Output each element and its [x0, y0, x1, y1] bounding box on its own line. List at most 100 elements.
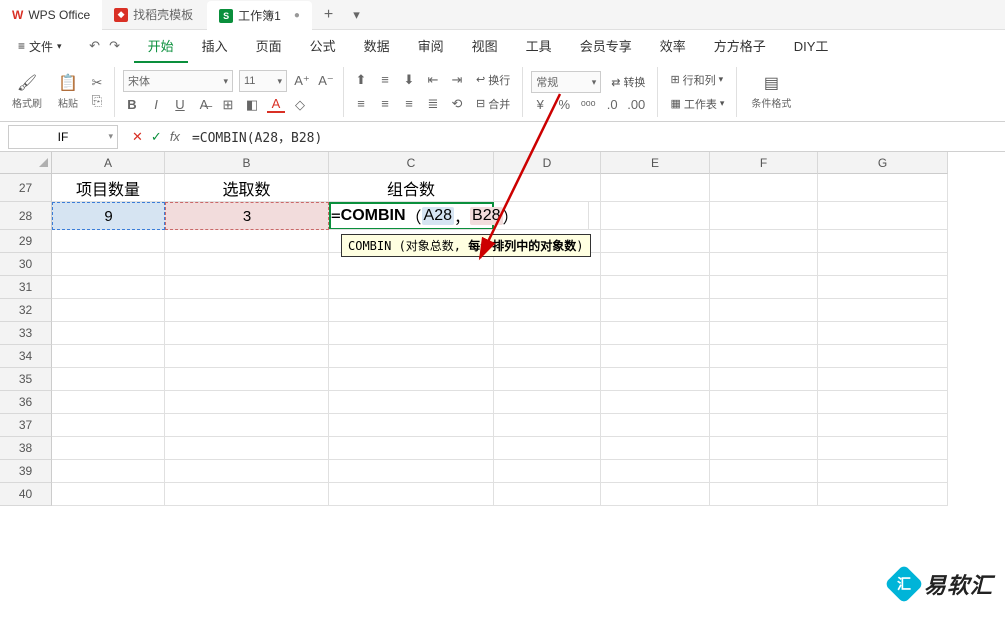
cell-A32[interactable] [52, 299, 165, 322]
cell-C38[interactable] [329, 437, 494, 460]
cell-A39[interactable] [52, 460, 165, 483]
wrap-text-button[interactable]: ↩ 换行 [472, 70, 514, 90]
cell-A30[interactable] [52, 253, 165, 276]
cell-G34[interactable] [818, 345, 948, 368]
menu-item-6[interactable]: 视图 [458, 30, 512, 63]
cell-A33[interactable] [52, 322, 165, 345]
cell-E31[interactable] [601, 276, 710, 299]
cell-F33[interactable] [710, 322, 818, 345]
cell-G33[interactable] [818, 322, 948, 345]
cell-A31[interactable] [52, 276, 165, 299]
increase-font-button[interactable]: A⁺ [293, 73, 311, 89]
cell-A40[interactable] [52, 483, 165, 506]
cell-B33[interactable] [165, 322, 329, 345]
cell-C40[interactable] [329, 483, 494, 506]
currency-button[interactable]: ¥ [531, 97, 549, 112]
file-menu[interactable]: ≡ 文件 ▾ [8, 34, 72, 59]
convert-button[interactable]: ⇄ 转换 [607, 72, 649, 92]
fx-button[interactable]: fx [170, 129, 180, 145]
col-header-G[interactable]: G [818, 152, 948, 174]
row-header-34[interactable]: 34 [0, 345, 52, 368]
cell-E32[interactable] [601, 299, 710, 322]
cell-D27[interactable] [494, 174, 601, 202]
cell-B30[interactable] [165, 253, 329, 276]
cell-A38[interactable] [52, 437, 165, 460]
cell-C36[interactable] [329, 391, 494, 414]
cell-B31[interactable] [165, 276, 329, 299]
menu-item-1[interactable]: 插入 [188, 30, 242, 63]
cell-A27[interactable]: 项目数量 [52, 174, 165, 202]
cell-C39[interactable] [329, 460, 494, 483]
border-button[interactable]: ⊞ [219, 97, 237, 113]
row-header-28[interactable]: 28 [0, 202, 52, 230]
workbook-tab[interactable]: S 工作簿1 ● [207, 1, 312, 31]
cell-G28[interactable] [818, 202, 948, 230]
row-header-27[interactable]: 27 [0, 174, 52, 202]
cell-G40[interactable] [818, 483, 948, 506]
undo-button[interactable]: ↶ [86, 38, 104, 54]
cell-F36[interactable] [710, 391, 818, 414]
cut-button[interactable]: ✂ [88, 75, 106, 91]
copy-button[interactable]: ⎘ [88, 93, 106, 109]
font-size-select[interactable]: 11 ▾ [239, 70, 287, 92]
decrease-font-button[interactable]: A⁻ [317, 73, 335, 89]
cell-E33[interactable] [601, 322, 710, 345]
cell-B34[interactable] [165, 345, 329, 368]
cell-C27[interactable]: 组合数 [329, 174, 494, 202]
cell-E30[interactable] [601, 253, 710, 276]
italic-button[interactable]: I [147, 97, 165, 112]
cell-G35[interactable] [818, 368, 948, 391]
row-header-30[interactable]: 30 [0, 253, 52, 276]
bold-button[interactable]: B [123, 97, 141, 112]
format-painter-button[interactable]: 🖌 格式刷 [6, 71, 48, 112]
app-tab[interactable]: W WPS Office [0, 0, 102, 30]
cell-D31[interactable] [494, 276, 601, 299]
cell-A34[interactable] [52, 345, 165, 368]
col-header-D[interactable]: D [494, 152, 601, 174]
menu-item-11[interactable]: DIY工 [780, 30, 843, 63]
cell-G36[interactable] [818, 391, 948, 414]
cell-E36[interactable] [601, 391, 710, 414]
row-header-39[interactable]: 39 [0, 460, 52, 483]
cell-B27[interactable]: 选取数 [165, 174, 329, 202]
menu-item-7[interactable]: 工具 [512, 30, 566, 63]
cell-F35[interactable] [710, 368, 818, 391]
cell-D39[interactable] [494, 460, 601, 483]
select-all-corner[interactable] [0, 152, 52, 174]
increase-decimal-button[interactable]: .00 [627, 97, 645, 112]
cell-A37[interactable] [52, 414, 165, 437]
cell-G29[interactable] [818, 230, 948, 253]
row-header-33[interactable]: 33 [0, 322, 52, 345]
cell-B38[interactable] [165, 437, 329, 460]
tab-modified-dot[interactable]: ● [294, 10, 300, 21]
cell-E40[interactable] [601, 483, 710, 506]
cell-G38[interactable] [818, 437, 948, 460]
cell-G39[interactable] [818, 460, 948, 483]
cell-D37[interactable] [494, 414, 601, 437]
cell-C33[interactable] [329, 322, 494, 345]
cell-A28[interactable]: 9 [52, 202, 165, 230]
col-header-B[interactable]: B [165, 152, 329, 174]
strikethrough-button[interactable]: A̶ [195, 97, 213, 112]
comma-button[interactable]: ᵒᵒᵒ [579, 97, 597, 112]
formula-editing-cell[interactable]: =COMBIN（A28， B28） [329, 202, 589, 230]
cell-G27[interactable] [818, 174, 948, 202]
cell-F39[interactable] [710, 460, 818, 483]
align-top-button[interactable]: ⬆ [352, 72, 370, 88]
cell-F27[interactable] [710, 174, 818, 202]
cell-B28[interactable]: 3 [165, 202, 329, 230]
cell-B37[interactable] [165, 414, 329, 437]
cell-F28[interactable] [710, 202, 818, 230]
menu-item-8[interactable]: 会员专享 [566, 30, 646, 63]
cell-F32[interactable] [710, 299, 818, 322]
name-box[interactable]: IF ▾ [8, 125, 118, 149]
increase-indent-button[interactable]: ⇥ [448, 72, 466, 88]
number-format-select[interactable]: 常规 ▾ [531, 71, 601, 93]
merge-button[interactable]: ⊟ 合并 [472, 94, 514, 114]
formula-input[interactable]: =COMBIN(A28，B28) [186, 125, 1005, 149]
cell-D38[interactable] [494, 437, 601, 460]
template-tab[interactable]: ◆ 找稻壳模板 [102, 0, 205, 30]
row-header-40[interactable]: 40 [0, 483, 52, 506]
col-header-E[interactable]: E [601, 152, 710, 174]
confirm-formula-button[interactable]: ✓ [151, 129, 162, 145]
